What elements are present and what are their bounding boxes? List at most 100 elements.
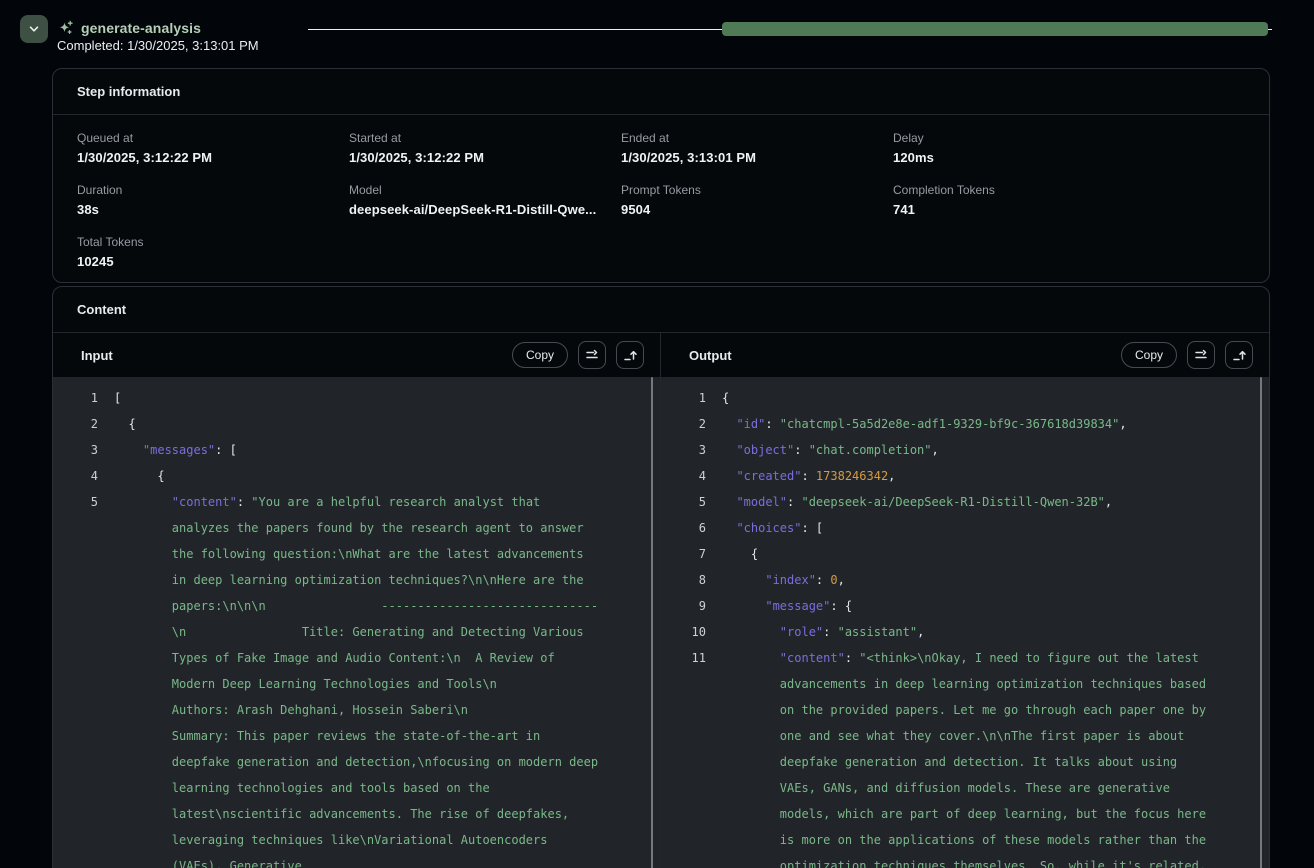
- code-token: :: [816, 573, 830, 587]
- code-text: {: [114, 463, 602, 489]
- field-label: Delay: [893, 131, 1245, 145]
- code-text: "object": "chat.completion",: [722, 437, 1210, 463]
- code-token: "message": [765, 599, 830, 613]
- input-code-viewer: 1[2{3"messages": [4{5"content": "You are…: [53, 377, 660, 868]
- code-token: :: [794, 443, 808, 457]
- code-text: "index": 0,: [722, 567, 1210, 593]
- copy-output-button[interactable]: Copy: [1121, 342, 1177, 368]
- code-token: "role": [780, 625, 823, 639]
- code-text: "model": "deepseek-ai/DeepSeek-R1-Distil…: [722, 489, 1210, 515]
- code-token: "model": [736, 495, 787, 509]
- code-line: 2 "id": "chatcmpl-5a5d2e8e-adf1-9329-bf9c…: [661, 411, 1269, 437]
- code-token: "messages": [143, 443, 215, 457]
- code-token: ,: [1119, 417, 1126, 431]
- sparkles-icon: [57, 20, 74, 37]
- field-value: 1/30/2025, 3:13:01 PM: [621, 150, 893, 165]
- code-text: "content": "You are a helpful research a…: [114, 489, 602, 868]
- code-text: "messages": [: [114, 437, 602, 463]
- copy-input-button[interactable]: Copy: [512, 342, 568, 368]
- field-value: 741: [893, 202, 1245, 217]
- code-token: {: [751, 547, 758, 561]
- code-token: {: [128, 417, 135, 431]
- line-number: 5: [661, 489, 706, 515]
- code-text: "choices": [: [722, 515, 1210, 541]
- collapse-step-button[interactable]: [20, 15, 48, 43]
- step-field: Total Tokens10245: [77, 235, 349, 269]
- code-token: : {: [830, 599, 852, 613]
- line-number: 2: [53, 411, 98, 437]
- code-token: "id": [736, 417, 765, 431]
- step-field: Completion Tokens741: [893, 183, 1245, 217]
- input-scrollbar[interactable]: [651, 377, 653, 868]
- line-number: 4: [53, 463, 98, 489]
- code-token: 1738246342: [816, 469, 888, 483]
- field-value: 1/30/2025, 3:12:22 PM: [77, 150, 349, 165]
- wrap-text-input-button[interactable]: [578, 341, 606, 369]
- code-token: :: [845, 651, 859, 665]
- line-number: 7: [661, 541, 706, 567]
- code-line: 9"message": {: [661, 593, 1269, 619]
- code-token: "assistant": [838, 625, 917, 639]
- content-header: Content: [53, 287, 1269, 333]
- field-label: Total Tokens: [77, 235, 349, 249]
- field-value: 120ms: [893, 150, 1245, 165]
- step-field: Prompt Tokens9504: [621, 183, 893, 217]
- field-label: Model: [349, 183, 621, 197]
- code-token: "chat.completion": [809, 443, 932, 457]
- expand-input-button[interactable]: [616, 341, 644, 369]
- step-field: Duration38s: [77, 183, 349, 217]
- code-text: "message": {: [722, 593, 1210, 619]
- code-token: "content": [780, 651, 845, 665]
- field-value: 38s: [77, 202, 349, 217]
- completed-timestamp: Completed: 1/30/2025, 3:13:01 PM: [57, 38, 259, 53]
- code-line: 6"choices": [: [661, 515, 1269, 541]
- code-token: : [: [215, 443, 237, 457]
- field-value: 1/30/2025, 3:12:22 PM: [349, 150, 621, 165]
- step-field: Ended at 1/30/2025, 3:13:01 PM: [621, 131, 893, 165]
- wrap-text-output-button[interactable]: [1187, 341, 1215, 369]
- code-token: :: [823, 625, 837, 639]
- field-label: Ended at: [621, 131, 893, 145]
- line-number: 1: [661, 385, 706, 411]
- code-token: "created": [736, 469, 801, 483]
- code-token: "You are a helpful research analyst that…: [172, 495, 620, 868]
- code-token: {: [722, 391, 729, 405]
- code-line: 2{: [53, 411, 660, 437]
- code-token: ,: [917, 625, 924, 639]
- line-number: 2: [661, 411, 706, 437]
- step-information-panel: Step information Queued at1/30/2025, 3:1…: [52, 68, 1270, 283]
- code-line: 3 "messages": [: [53, 437, 660, 463]
- code-token: :: [765, 417, 779, 431]
- code-token: ,: [838, 573, 845, 587]
- code-token: "<think>\nOkay, I need to figure out the…: [780, 651, 1214, 868]
- wrap-text-icon: [584, 347, 600, 363]
- code-text: "created": 1738246342,: [722, 463, 1210, 489]
- output-pane-header: Output Copy: [661, 333, 1269, 377]
- chevron-down-icon: [28, 23, 40, 35]
- expand-icon: [622, 347, 638, 363]
- line-number: 3: [53, 437, 98, 463]
- line-number: 10: [661, 619, 706, 645]
- code-line: 1{: [661, 385, 1269, 411]
- code-token: 0: [830, 573, 837, 587]
- output-scrollbar[interactable]: [1260, 377, 1262, 868]
- code-lines: 1[2{3"messages": [4{5"content": "You are…: [53, 385, 660, 868]
- field-label: Prompt Tokens: [621, 183, 893, 197]
- step-field: Modeldeepseek-ai/DeepSeek-R1-Distill-Qwe…: [349, 183, 621, 217]
- line-number: 11: [661, 645, 706, 868]
- timeline-bar[interactable]: [722, 22, 1268, 36]
- wrap-text-icon: [1193, 347, 1209, 363]
- code-text: {: [114, 411, 602, 437]
- code-text: [: [114, 385, 602, 411]
- line-number: 4: [661, 463, 706, 489]
- code-token: "object": [736, 443, 794, 457]
- code-line: 3"object": "chat.completion",: [661, 437, 1269, 463]
- output-label: Output: [689, 348, 1121, 363]
- output-code-viewer: 1{2"id": "chatcmpl-5a5d2e8e-adf1-9329-bf…: [661, 377, 1269, 868]
- code-text: "content": "<think>\nOkay, I need to fig…: [722, 645, 1210, 868]
- code-line: 11"content": "<think>\nOkay, I need to f…: [661, 645, 1269, 868]
- code-text: "id": "chatcmpl-5a5d2e8e-adf1-9329-bf9c-…: [722, 411, 1210, 437]
- code-line: 5 "model": "deepseek-ai/DeepSeek-R1-Disti…: [661, 489, 1269, 515]
- code-line: 4{: [53, 463, 660, 489]
- expand-output-button[interactable]: [1225, 341, 1253, 369]
